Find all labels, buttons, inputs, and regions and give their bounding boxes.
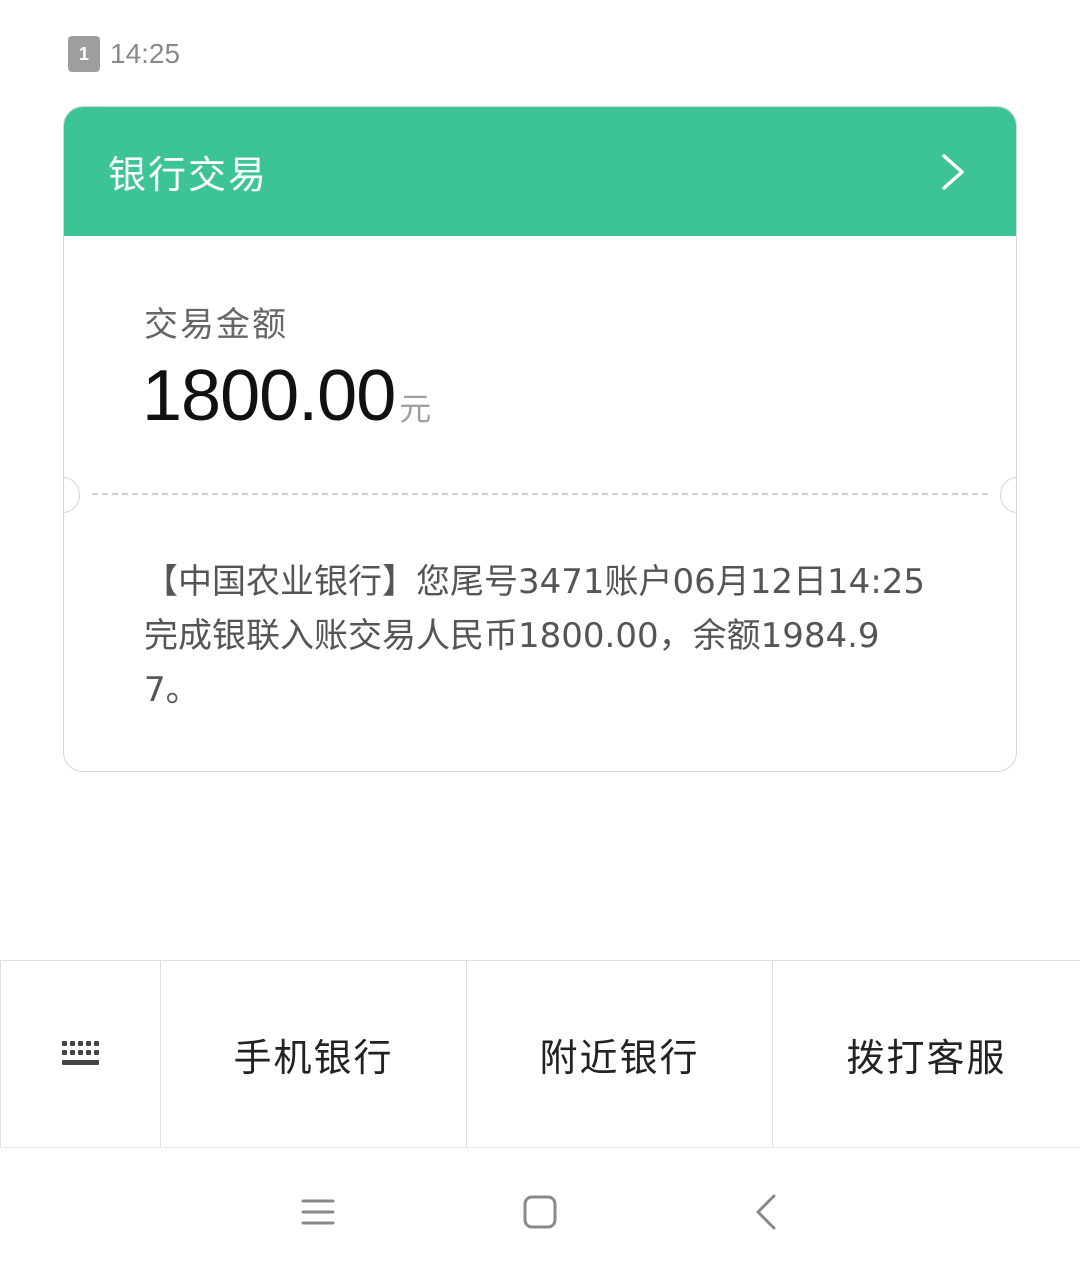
back-icon[interactable] (744, 1188, 792, 1236)
action-bar: 手机银行 附近银行 拨打客服 (0, 960, 1080, 1148)
mobile-bank-label: 手机银行 (233, 1035, 394, 1080)
call-service-label: 拨打客服 (846, 1035, 1007, 1080)
amount-label: 交易金额 (144, 305, 288, 345)
mobile-bank-button[interactable]: 手机银行 (161, 961, 467, 1147)
amount-value: 1800.00 (142, 356, 396, 436)
ticket-notch-left (64, 477, 80, 513)
status-row: 1 14:25 (68, 36, 180, 72)
amount-row: 1800.00 元 (142, 355, 431, 437)
ticket-notch-right (1000, 477, 1016, 513)
sms-bank-card-screen: 1 14:25 银行交易 交易金额 1800.00 元 【中国农业银行】您尾号3… (0, 0, 1080, 1277)
dashed-divider (92, 493, 988, 495)
keyboard-icon (61, 1041, 99, 1065)
chevron-right-icon (942, 153, 964, 190)
card-title: 银行交易 (108, 153, 269, 197)
amount-unit: 元 (399, 390, 432, 428)
menu-icon[interactable] (294, 1188, 342, 1236)
nearby-bank-label: 附近银行 (539, 1035, 700, 1080)
nearby-bank-button[interactable]: 附近银行 (467, 961, 773, 1147)
sim-card-icon: 1 (68, 36, 100, 72)
call-service-button[interactable]: 拨打客服 (773, 961, 1080, 1147)
sms-message-text: 【中国农业银行】您尾号3471账户06月12日14:25完成银联入账交易人民币1… (144, 562, 926, 710)
bank-transaction-card: 银行交易 交易金额 1800.00 元 【中国农业银行】您尾号3471账户06月… (63, 106, 1017, 772)
status-time: 14:25 (110, 38, 181, 69)
system-nav-bar (0, 1148, 1080, 1274)
home-icon[interactable] (516, 1188, 564, 1236)
card-header[interactable]: 银行交易 (64, 107, 1016, 236)
keyboard-button[interactable] (0, 961, 161, 1147)
